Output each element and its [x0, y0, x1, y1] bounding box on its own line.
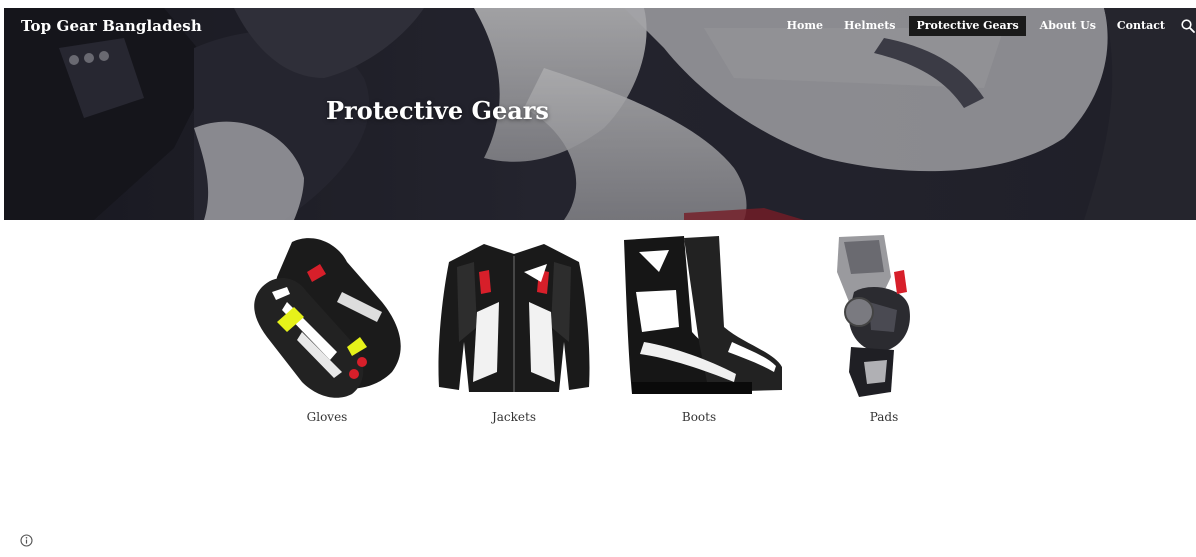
main-nav: Home Helmets Protective Gears About Us C… [773, 16, 1196, 36]
product-card-gloves[interactable]: Gloves [237, 232, 417, 424]
site-title[interactable]: Top Gear Bangladesh [21, 17, 202, 35]
nav-item-protective-gears[interactable]: Protective Gears [909, 16, 1026, 36]
product-label-jackets[interactable]: Jackets [424, 410, 604, 424]
product-card-boots[interactable]: Boots [609, 232, 789, 424]
product-label-pads[interactable]: Pads [794, 410, 974, 424]
gloves-image[interactable] [242, 232, 412, 402]
search-icon[interactable] [1180, 18, 1196, 34]
info-icon[interactable] [20, 534, 33, 547]
product-label-boots[interactable]: Boots [609, 410, 789, 424]
product-card-jackets[interactable]: Jackets [424, 232, 604, 424]
nav-item-home[interactable]: Home [780, 16, 830, 36]
page-title: Protective Gears [326, 96, 549, 125]
knee-pad-image[interactable] [799, 232, 969, 402]
nav-item-about-us[interactable]: About Us [1033, 16, 1103, 36]
hero-overlay [4, 8, 1196, 220]
product-label-gloves[interactable]: Gloves [237, 410, 417, 424]
nav-item-contact[interactable]: Contact [1110, 16, 1172, 36]
product-card-pads[interactable]: Pads [794, 232, 974, 424]
hero-banner: Top Gear Bangladesh Home Helmets Protect… [4, 8, 1196, 220]
jacket-image[interactable] [429, 232, 599, 402]
boots-image[interactable] [614, 232, 784, 402]
nav-item-helmets[interactable]: Helmets [837, 16, 902, 36]
